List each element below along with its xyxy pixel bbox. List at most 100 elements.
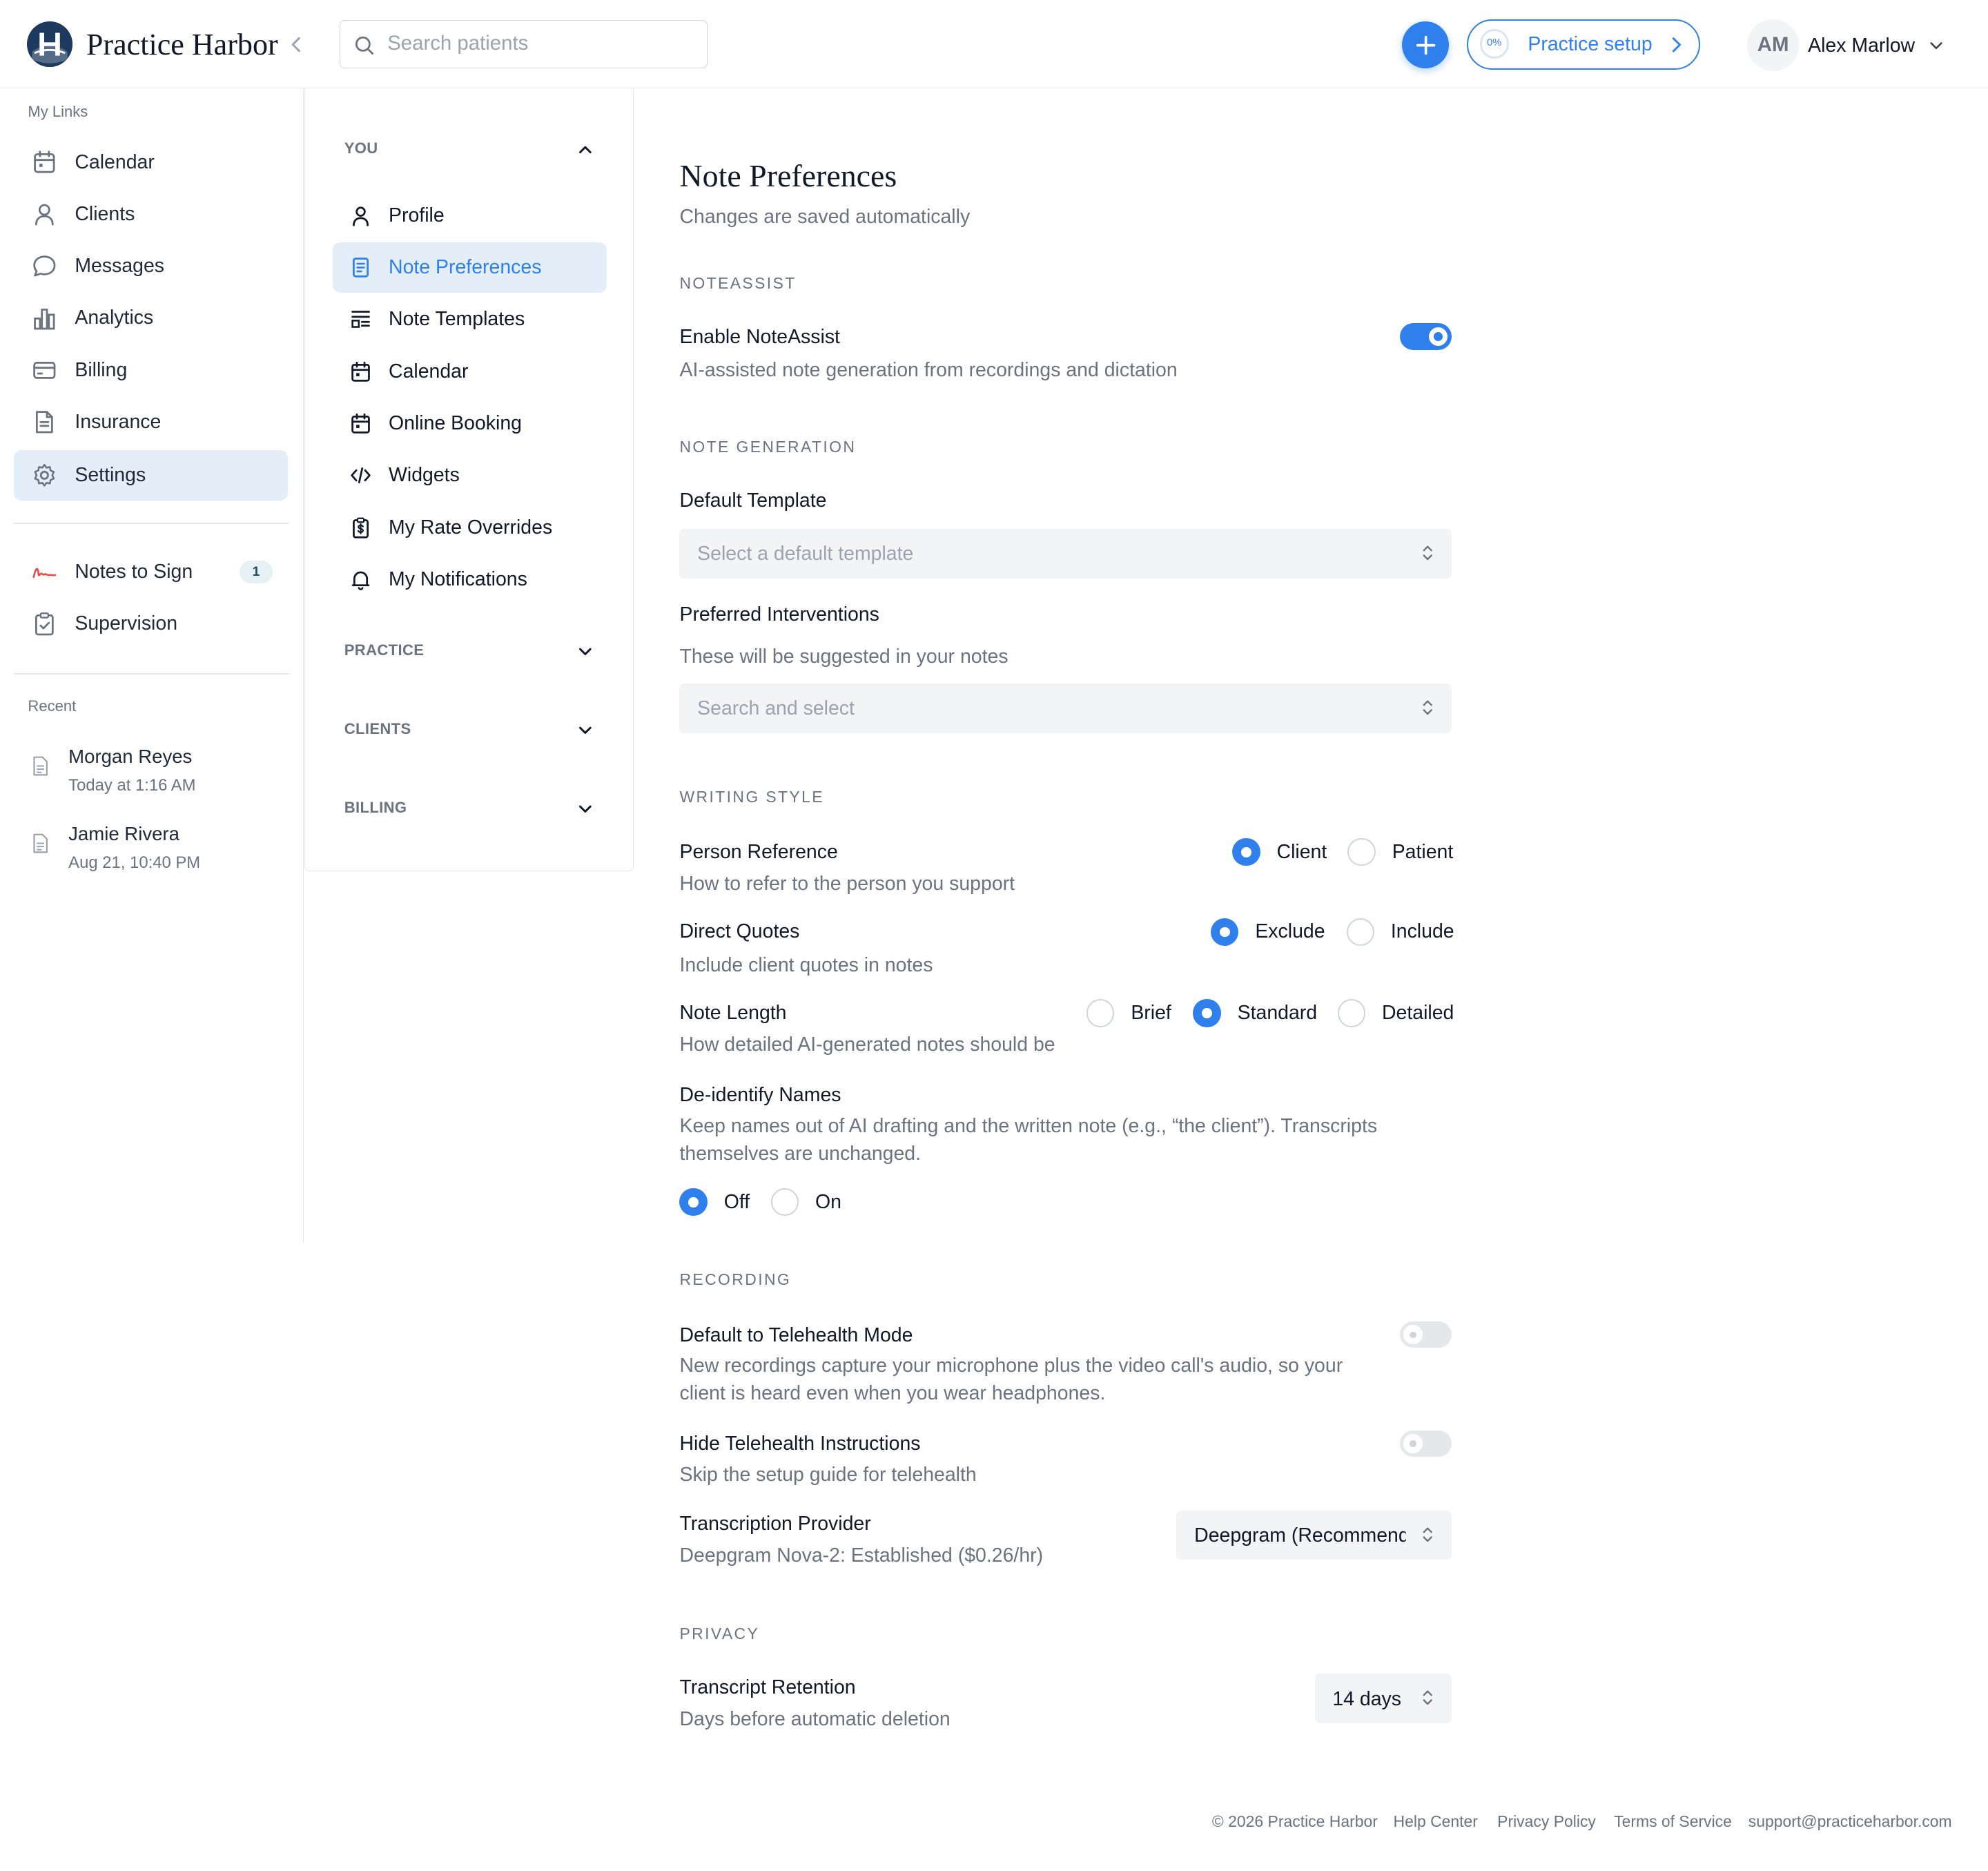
footer-copyright: © 2026 Practice Harbor (1211, 1812, 1378, 1830)
footer-link-privacy-policy[interactable]: Privacy Policy (1497, 1812, 1596, 1831)
default-template-label: Default Template (679, 489, 827, 512)
practice-setup-label: Practice setup (1528, 32, 1653, 55)
sidebar-item-insurance[interactable]: Insurance (14, 397, 288, 447)
setup-progress-ring: 0% (1479, 29, 1509, 59)
sidebar-item-settings[interactable]: Settings (14, 450, 288, 501)
search-input[interactable] (387, 22, 699, 66)
deidentify-names-label: De-identify Names (679, 1084, 841, 1107)
document-icon (33, 833, 48, 853)
settings-item-online-booking[interactable]: Online Booking (333, 398, 607, 449)
preferred-interventions-label: Preferred Interventions (679, 603, 879, 626)
settings-item-my-rate-overrides[interactable]: My Rate Overrides (333, 502, 607, 552)
sidebar-item-label: Settings (75, 464, 146, 487)
page-subtitle: Changes are saved automatically (679, 205, 971, 228)
person-reference-description: How to refer to the person you support (679, 872, 1015, 895)
person-reference-label: Person Reference (679, 840, 838, 863)
chevron-down-icon (578, 648, 592, 656)
message-icon (33, 255, 56, 277)
avatar[interactable]: AM (1746, 19, 1800, 71)
settings-item-note-templates[interactable]: Note Templates (333, 294, 607, 345)
direct-quotes-label: Direct Quotes (679, 920, 800, 943)
sidebar-divider (14, 522, 289, 524)
recent-item[interactable]: Morgan Reyes Today at 1:16 AM (30, 746, 284, 804)
settings-group-you[interactable]: YOU (344, 137, 598, 162)
settings-group-label: PRACTICE (344, 641, 425, 659)
radio-label: Include (1390, 920, 1454, 943)
sidebar-item-clients[interactable]: Clients (14, 189, 288, 240)
transcription-provider-description: Deepgram Nova-2: Established ($0.26/hr) (679, 1544, 1044, 1567)
sidebar-item-supervision[interactable]: Supervision (14, 599, 288, 649)
chevron-right-icon (1673, 37, 1682, 52)
direct-quotes-description: Include client quotes in notes (679, 953, 933, 976)
sidebar-item-label: Messages (75, 255, 165, 278)
user-icon (353, 206, 369, 226)
footer-link-help-center[interactable]: Help Center (1394, 1812, 1478, 1831)
preferred-interventions-select[interactable]: Search and select (679, 683, 1452, 733)
hide-telehealth-instructions-toggle[interactable] (1399, 1430, 1452, 1457)
sidebar-item-label: Supervision (75, 612, 178, 635)
settings-item-my-notifications[interactable]: My Notifications (333, 554, 607, 605)
clipboard-check-icon (35, 612, 54, 636)
radio-label: Patient (1392, 840, 1454, 863)
sidebar-item-notes-to-sign[interactable]: Notes to Sign 1 (14, 547, 288, 597)
calendar-icon (34, 151, 55, 173)
transcript-retention-select[interactable]: 14 days (1314, 1674, 1452, 1724)
recent-item-name: Jamie Rivera (68, 823, 179, 844)
telehealth-mode-toggle[interactable] (1399, 1321, 1452, 1348)
footer-link-support-email[interactable]: support@practiceharbor.com (1748, 1812, 1952, 1831)
chevron-down-icon[interactable] (1929, 39, 1944, 52)
sidebar-item-analytics[interactable]: Analytics (14, 293, 288, 343)
settings-group-practice[interactable]: PRACTICE (344, 639, 598, 665)
settings-group-clients[interactable]: CLIENTS (344, 718, 598, 744)
sidebar-divider (14, 673, 289, 675)
gear-icon (34, 464, 55, 487)
settings-item-widgets[interactable]: Widgets (333, 450, 607, 501)
enable-noteassist-description: AI-assisted note generation from recordi… (679, 359, 1178, 382)
settings-item-profile[interactable]: Profile (333, 190, 607, 240)
calendar-icon (351, 413, 370, 434)
settings-item-label: Note Templates (389, 308, 525, 331)
sidebar-item-billing[interactable]: Billing (14, 345, 288, 396)
settings-item-label: Profile (389, 204, 445, 226)
enable-noteassist-toggle[interactable] (1399, 323, 1452, 350)
radio-label: Standard (1237, 1001, 1318, 1024)
my-links-label: My Links (28, 102, 88, 120)
collapse-sidebar-icon[interactable] (286, 33, 306, 56)
section-heading-recording: RECORDING (679, 1270, 792, 1289)
patient-search[interactable] (340, 20, 708, 69)
transcription-provider-label: Transcription Provider (679, 1513, 871, 1535)
settings-item-label: My Notifications (389, 568, 527, 590)
default-template-select[interactable]: Select a default template (679, 528, 1452, 579)
user-name[interactable]: Alex Marlow (1808, 35, 1915, 57)
settings-group-billing[interactable]: BILLING (344, 796, 598, 822)
settings-item-label: Calendar (389, 360, 469, 382)
document-icon (35, 411, 53, 434)
sidebar-item-label: Analytics (75, 307, 154, 329)
transcription-provider-select[interactable]: Deepgram (Recommended) (1176, 1510, 1452, 1560)
sidebar-item-messages[interactable]: Messages (14, 241, 288, 291)
select-caret-icon (1423, 1527, 1432, 1542)
telehealth-mode-label: Default to Telehealth Mode (679, 1324, 913, 1346)
settings-group-label: YOU (344, 139, 378, 157)
brand-name[interactable]: Practice Harbor (86, 27, 278, 62)
preferred-interventions-description: These will be suggested in your notes (679, 646, 1008, 668)
note-length-label: Note Length (679, 1001, 787, 1024)
practice-harbor-logo[interactable] (26, 21, 72, 68)
plus-icon (1416, 35, 1436, 55)
footer-link-terms-of-service[interactable]: Terms of Service (1614, 1812, 1732, 1831)
sidebar-item-label: Clients (75, 202, 135, 225)
settings-item-label: Note Preferences (389, 256, 542, 278)
recent-item[interactable]: Jamie Rivera Aug 21, 10:40 PM (30, 823, 284, 881)
radio-label: Off (723, 1190, 750, 1213)
settings-item-calendar[interactable]: Calendar (333, 346, 607, 396)
settings-item-note-preferences[interactable]: Note Preferences (333, 242, 607, 293)
chevron-up-icon (578, 146, 592, 153)
practice-setup-button[interactable]: 0% Practice setup (1467, 19, 1700, 70)
create-new-button[interactable] (1402, 21, 1450, 69)
section-heading-note-generation: NOTE GENERATION (679, 437, 857, 456)
settings-item-label: Online Booking (389, 411, 522, 434)
sidebar-item-calendar[interactable]: Calendar (14, 137, 288, 187)
chevron-down-icon (578, 726, 592, 735)
page-title: Note Preferences (679, 157, 897, 193)
select-caret-icon (1423, 700, 1432, 715)
